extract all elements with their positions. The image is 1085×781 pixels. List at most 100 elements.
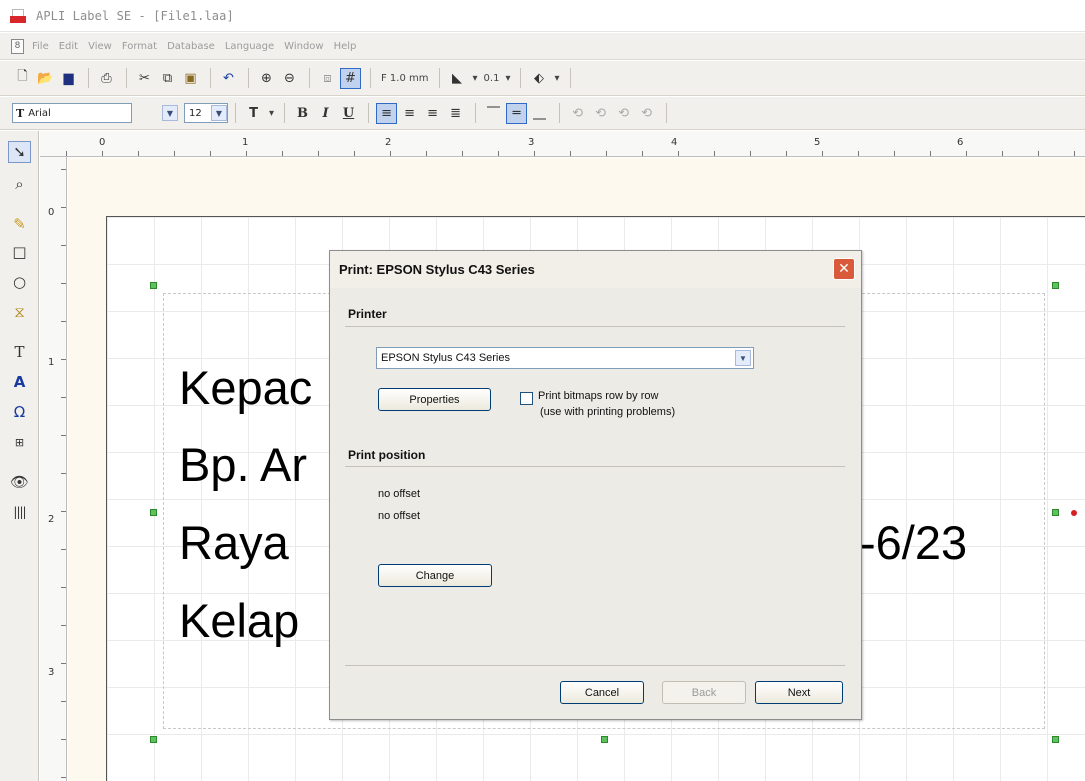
label-text-line[interactable]: Raya (179, 519, 289, 566)
menu-format[interactable]: Format (122, 41, 157, 52)
close-icon[interactable]: ✕ (833, 258, 855, 280)
rotate-270-icon[interactable]: ⟲ (636, 103, 657, 124)
paste-icon[interactable]: ▣ (180, 68, 201, 89)
ruler-tick (61, 549, 66, 550)
app-logo-icon (10, 8, 26, 23)
valign-top-icon[interactable]: ⎺ (483, 103, 504, 124)
new-file-icon[interactable]: 🗋 (12, 68, 33, 89)
menu-file[interactable]: File (32, 41, 49, 52)
text-color-dropdown-icon[interactable]: ▾ (269, 108, 274, 119)
valign-bottom-icon[interactable]: ⎽ (529, 103, 550, 124)
italic-icon[interactable]: I (315, 103, 336, 124)
ruler-tick (210, 151, 211, 156)
zoom-tool-icon[interactable]: ⌕ (8, 173, 31, 195)
next-button[interactable]: Next (755, 681, 843, 704)
align-justify-icon[interactable]: ≣ (445, 103, 466, 124)
print-bitmaps-checkbox[interactable] (520, 392, 533, 405)
ruler-tick (174, 151, 175, 156)
properties-button[interactable]: Properties (378, 388, 491, 411)
align-left-icon[interactable]: ≡ (376, 102, 398, 124)
select-arrow-icon[interactable]: ➘ (8, 141, 31, 163)
font-size-select[interactable]: 12 ▼ (184, 103, 228, 123)
print-icon[interactable]: ⎙ (96, 68, 117, 89)
resize-handle[interactable] (1052, 509, 1059, 516)
snap-icon[interactable]: ⧈ (317, 68, 338, 89)
ruler-tick (462, 151, 463, 156)
font-size-dropdown-arrow-icon[interactable]: ▼ (211, 105, 227, 121)
ruler-tick (1002, 151, 1003, 156)
rotation-handle[interactable] (1071, 510, 1077, 516)
counter-icon[interactable]: ⊞ (8, 431, 31, 453)
barcode-icon[interactable]: |||| (8, 501, 31, 523)
text-tool-icon[interactable]: T (8, 341, 31, 363)
open-folder-icon[interactable]: 📂 (35, 68, 56, 89)
printer-dropdown-arrow-icon[interactable]: ▼ (735, 350, 751, 366)
font-dropdown-arrow-icon[interactable]: ▼ (162, 105, 178, 121)
resize-handle[interactable] (150, 509, 157, 516)
eye-icon[interactable]: 👁 (8, 471, 31, 493)
ruler-tick (570, 151, 571, 156)
underline-icon[interactable]: U (338, 103, 359, 124)
line-spacing-value[interactable]: F 1.0 mm (381, 73, 429, 84)
menu-language[interactable]: Language (225, 41, 274, 52)
resize-handle[interactable] (601, 736, 608, 743)
rectangle-icon[interactable]: □ (8, 241, 31, 263)
align-right-icon[interactable]: ≡ (422, 103, 443, 124)
printer-section-heading: Printer (348, 307, 387, 321)
font-select[interactable]: T Arial (12, 103, 132, 123)
rotate-0-icon[interactable]: ⟲ (567, 103, 588, 124)
resize-handle[interactable] (150, 282, 157, 289)
ruler-tick (498, 151, 499, 156)
menu-view[interactable]: View (88, 41, 112, 52)
valign-middle-icon[interactable]: ═ (506, 102, 528, 124)
cancel-button[interactable]: Cancel (560, 681, 644, 704)
menu-database[interactable]: Database (167, 41, 215, 52)
menu-edit[interactable]: Edit (59, 41, 78, 52)
cut-icon[interactable]: ✂ (134, 68, 155, 89)
image-icon[interactable]: ⧖ (8, 301, 31, 323)
line-width-dropdown-icon[interactable]: ▾ (505, 73, 510, 84)
pencil-icon[interactable]: ✎ (8, 213, 31, 235)
symbol-icon[interactable]: Ω (8, 401, 31, 423)
bold-icon[interactable]: B (292, 103, 313, 124)
line-style-dropdown-icon[interactable]: ▾ (554, 73, 559, 84)
toolbar-separator (210, 68, 211, 88)
ellipse-icon[interactable]: ○ (8, 271, 31, 293)
menu-help[interactable]: Help (334, 41, 357, 52)
font-size-value: 12 (189, 107, 202, 119)
rotated-text-icon[interactable]: A (8, 371, 31, 393)
text-color-icon[interactable]: T (243, 103, 264, 124)
printer-select[interactable]: EPSON Stylus C43 Series ▼ (376, 347, 754, 369)
rotate-180-icon[interactable]: ⟲ (613, 103, 634, 124)
label-text-line[interactable]: Kelap (179, 597, 299, 644)
label-text-line[interactable]: Bp. Ar (179, 441, 307, 488)
back-button[interactable]: Back (662, 681, 746, 704)
window-title: APLI Label SE - [File1.laa] (36, 8, 234, 23)
grid-toggle-icon[interactable]: # (340, 67, 361, 89)
offset-y-text: no offset (378, 510, 420, 522)
ruler-tick (1074, 151, 1075, 156)
undo-icon[interactable]: ↶ (218, 68, 239, 89)
label-text-line[interactable]: Kepac (179, 364, 312, 411)
zoom-out-icon[interactable]: ⊖ (279, 68, 300, 89)
menu-window[interactable]: Window (284, 41, 323, 52)
fill-color-dropdown-icon[interactable]: ▾ (473, 73, 478, 84)
ruler-tick (61, 207, 66, 208)
zoom-in-icon[interactable]: ⊕ (256, 68, 277, 89)
copy-icon[interactable]: ⧉ (157, 68, 178, 89)
label-text-line[interactable]: -6/23 (860, 519, 967, 566)
print-bitmaps-label[interactable]: Print bitmaps row by row (538, 390, 658, 402)
document-system-menu-icon[interactable]: 8 (11, 38, 24, 54)
resize-handle[interactable] (1052, 282, 1059, 289)
change-button[interactable]: Change (378, 564, 492, 587)
resize-handle[interactable] (1052, 736, 1059, 743)
save-icon[interactable]: ▆ (58, 68, 79, 89)
rotate-90-icon[interactable]: ⟲ (590, 103, 611, 124)
align-center-icon[interactable]: ≡ (399, 103, 420, 124)
line-style-icon[interactable]: ⬖ (528, 68, 549, 89)
ruler-tick (61, 435, 66, 436)
resize-handle[interactable] (150, 736, 157, 743)
fill-color-icon[interactable]: ◣ (447, 68, 468, 89)
line-width-value[interactable]: 0.1 (484, 73, 500, 84)
format-toolbar: T Arial ▼ 12 ▼ T ▾ B I U ≡ ≡ ≡ ≣ ⎺ ═ ⎽ ⟲… (0, 97, 1085, 130)
